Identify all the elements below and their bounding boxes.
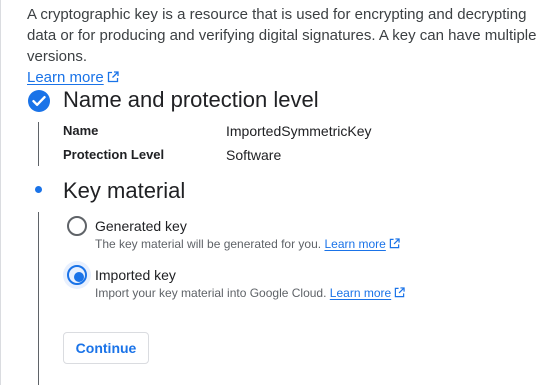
generated-key-description: The key material will be generated for y… xyxy=(95,237,400,251)
open-in-new-icon[interactable] xyxy=(394,287,405,298)
continue-button[interactable]: Continue xyxy=(63,332,149,364)
open-in-new-icon[interactable] xyxy=(389,238,400,249)
imported-key-description: Import your key material into Google Clo… xyxy=(95,286,405,300)
step2-title: Key material xyxy=(63,178,186,203)
intro-paragraph: A cryptographic key is a resource that i… xyxy=(27,4,539,88)
radio-checked-icon xyxy=(67,265,87,285)
protection-level-label: Protection Level xyxy=(63,147,165,162)
imported-key-label[interactable]: Imported key xyxy=(95,267,176,283)
step1-complete-check-icon xyxy=(28,90,50,112)
imported-key-radio[interactable] xyxy=(63,261,91,289)
generated-key-learn-more-link[interactable]: Learn more xyxy=(324,237,385,251)
panel-left-border xyxy=(0,0,1,385)
name-field-value: ImportedSymmetricKey xyxy=(226,123,372,139)
step2-connector-line xyxy=(38,212,39,385)
generated-key-label[interactable]: Generated key xyxy=(95,218,187,234)
radio-unchecked-icon xyxy=(67,216,87,236)
imported-key-learn-more-link[interactable]: Learn more xyxy=(330,286,391,300)
step1-title[interactable]: Name and protection level xyxy=(63,87,319,113)
step1-connector-line xyxy=(38,122,39,166)
generated-key-radio[interactable] xyxy=(63,212,91,240)
intro-text: A cryptographic key is a resource that i… xyxy=(27,6,537,65)
name-field-label: Name xyxy=(63,123,99,138)
intro-learn-more-link[interactable]: Learn more xyxy=(27,69,104,86)
open-in-new-icon[interactable] xyxy=(107,71,119,83)
protection-level-value: Software xyxy=(226,147,282,163)
step2-active-dot-icon xyxy=(35,186,42,193)
